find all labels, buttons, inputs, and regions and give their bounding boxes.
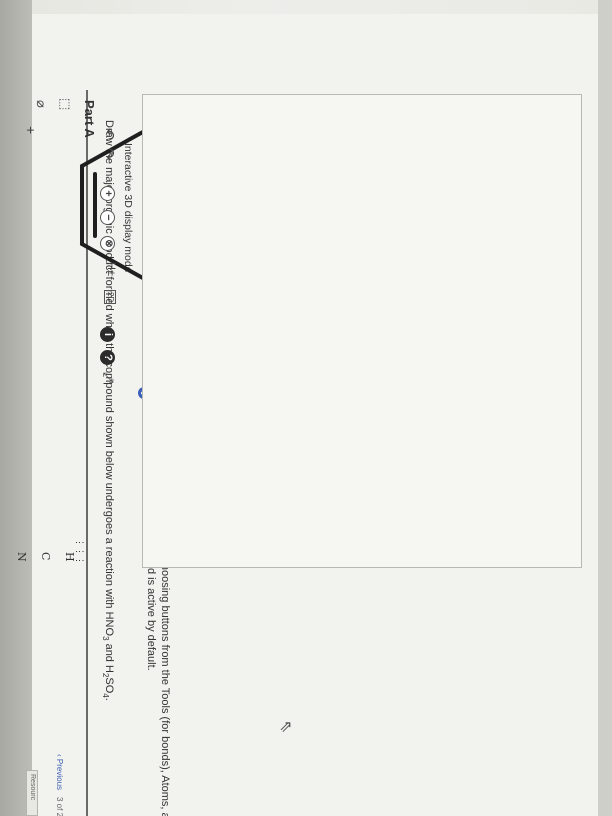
undo-icon[interactable]: ↶ — [100, 128, 117, 141]
drawing-canvas[interactable] — [142, 94, 582, 568]
atom-n-button[interactable]: N — [15, 552, 28, 562]
hydrogen-toggle-button[interactable]: H± — [105, 262, 117, 276]
eraser-icon[interactable]: ⌀ — [34, 100, 49, 108]
delete-button[interactable]: ⊗ — [100, 236, 115, 251]
info-button[interactable]: i — [100, 327, 115, 342]
add-charge-button[interactable]: + — [100, 186, 115, 201]
redo-icon[interactable]: ↷ — [100, 148, 117, 161]
select-icon[interactable]: ⬚ — [58, 98, 73, 110]
question-count: 3 of 2 — [55, 797, 64, 816]
screen-stage: Part A Draw the major organic product fo… — [0, 0, 612, 816]
atom-c-button[interactable]: C — [39, 552, 52, 560]
atom-h-button[interactable]: H — [63, 552, 76, 562]
expand-icon[interactable]: ⤢ — [101, 372, 117, 383]
help-button[interactable]: ? — [100, 350, 115, 365]
resources-button[interactable]: Resourc — [26, 770, 38, 816]
previous-link[interactable]: ‹ Previous — [55, 754, 64, 790]
toolbar-row — [342, 120, 362, 140]
mouse-cursor-icon: ⇖ — [277, 720, 294, 734]
template-2d-button[interactable]: 2D — [104, 290, 116, 305]
remove-charge-button[interactable]: − — [100, 210, 115, 225]
zoom-plus-button[interactable]: + — [23, 126, 39, 134]
